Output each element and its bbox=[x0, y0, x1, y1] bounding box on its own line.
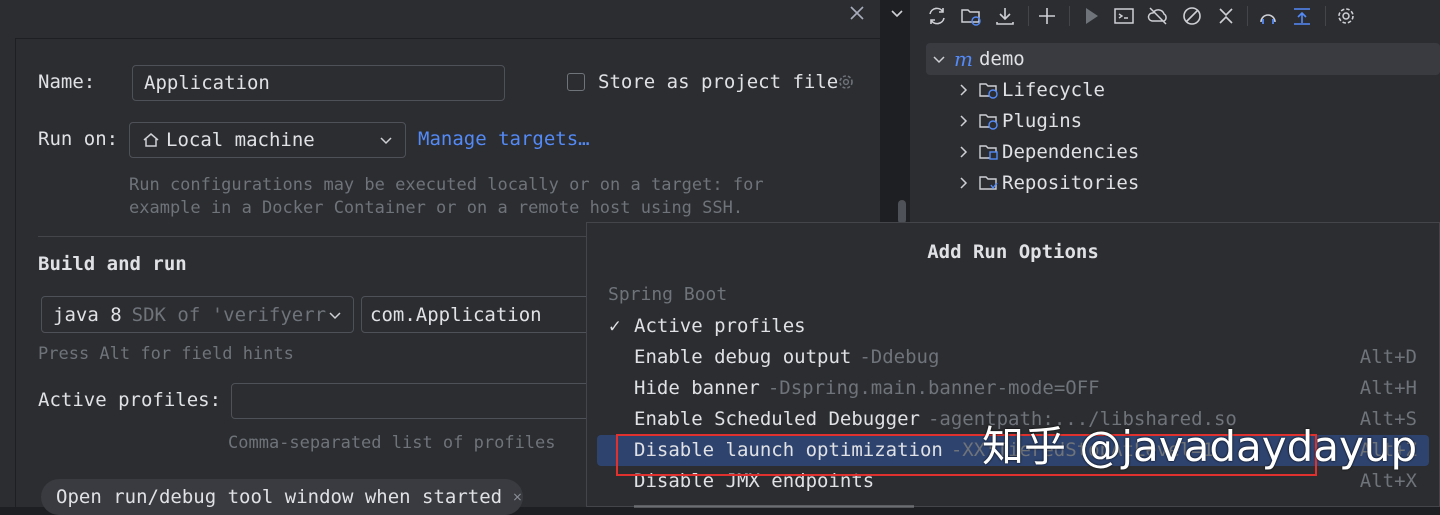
active-profiles-label: Active profiles: bbox=[38, 389, 222, 411]
maven-tree-item[interactable]: Plugins bbox=[956, 106, 1082, 136]
active-profiles-input[interactable] bbox=[231, 383, 601, 419]
download-icon[interactable] bbox=[993, 4, 1017, 28]
maven-tree-item[interactable]: Lifecycle bbox=[956, 75, 1105, 105]
add-icon[interactable] bbox=[1035, 4, 1059, 28]
run-option-name: Enable debug output bbox=[634, 346, 852, 368]
jdk-name: java 8 bbox=[53, 303, 122, 326]
popup-group-header: Spring Boot bbox=[608, 284, 728, 305]
chevron-down-icon bbox=[933, 56, 945, 64]
run-option-name: Active profiles bbox=[634, 315, 806, 337]
maven-tree-item[interactable]: Dependencies bbox=[956, 137, 1139, 167]
store-as-project-file-label[interactable]: Store as project file bbox=[598, 71, 838, 93]
run-on-label: Run on: bbox=[38, 128, 119, 150]
chevron-right-icon bbox=[960, 177, 968, 189]
name-label: Name: bbox=[38, 71, 96, 93]
tag-remove-close-icon[interactable] bbox=[512, 490, 523, 504]
lifecycle-folder-icon bbox=[979, 83, 998, 99]
main-class-input[interactable]: com.Application bbox=[361, 296, 601, 333]
manage-targets-link[interactable]: Manage targets… bbox=[418, 128, 590, 150]
dialog-title-bar bbox=[0, 0, 880, 39]
close-button[interactable] bbox=[846, 2, 868, 24]
chevron-right-icon bbox=[960, 84, 968, 96]
chevron-right-icon bbox=[960, 146, 968, 158]
tree-item-label: Repositories bbox=[1002, 172, 1140, 194]
dependencies-folder-icon bbox=[979, 145, 998, 160]
toolbar-separator bbox=[1325, 6, 1326, 26]
run-option-shortcut: Alt+H bbox=[1359, 377, 1417, 399]
execute-goal-icon[interactable] bbox=[1112, 4, 1136, 28]
chevron-down-icon bbox=[380, 137, 392, 145]
maven-toolbar bbox=[910, 0, 1440, 32]
chevron-down-icon bbox=[329, 311, 341, 319]
run-option-shortcut: Alt+D bbox=[1359, 346, 1417, 368]
reload-icon[interactable] bbox=[925, 4, 949, 28]
plugins-folder-icon bbox=[979, 114, 998, 130]
checkmark-icon: ✓ bbox=[609, 315, 621, 337]
toolbar-separator bbox=[1069, 6, 1070, 26]
maven-tree-root[interactable]: m demo bbox=[932, 44, 1025, 74]
jdk-detail: SDK of 'verifyerr bbox=[131, 303, 327, 326]
maven-module-icon: m bbox=[954, 47, 973, 71]
open-tool-window-tag: Open run/debug tool window when started bbox=[41, 479, 523, 515]
maven-root-label: demo bbox=[978, 48, 1025, 70]
run-option-flag: -Ddebug bbox=[859, 346, 940, 368]
name-input[interactable]: Application bbox=[132, 65, 505, 101]
build-and-run-heading: Build and run bbox=[38, 253, 187, 275]
run-on-value: Local machine bbox=[166, 129, 315, 151]
expand-icon[interactable] bbox=[1290, 4, 1314, 28]
home-icon bbox=[143, 133, 159, 147]
run-option-enable-debug-output[interactable]: Enable debug output -Ddebug Alt+D bbox=[587, 342, 1439, 372]
skip-tests-icon[interactable] bbox=[1180, 4, 1204, 28]
main-class-value: com.Application bbox=[370, 303, 542, 326]
maven-tree-item[interactable]: Repositories bbox=[956, 168, 1139, 198]
editor-dropdown-button[interactable] bbox=[888, 4, 906, 22]
run-option-hide-banner[interactable]: Hide banner -Dspring.main.banner-mode=OF… bbox=[587, 373, 1439, 403]
popup-title: Add Run Options bbox=[927, 241, 1099, 263]
repositories-folder-icon bbox=[979, 176, 998, 190]
show-dependencies-icon[interactable] bbox=[1256, 4, 1280, 28]
run-on-hint-line-2: example in a Docker Container or on a re… bbox=[129, 198, 744, 218]
offline-mode-icon[interactable] bbox=[1146, 4, 1170, 28]
tree-item-label: Dependencies bbox=[1002, 141, 1140, 163]
chevron-right-icon bbox=[960, 115, 968, 127]
run-option-name: Hide banner bbox=[634, 377, 760, 399]
jdk-select[interactable]: java 8 SDK of 'verifyerr bbox=[41, 296, 354, 333]
editor-scrollbar-thumb[interactable] bbox=[898, 200, 906, 224]
toolbar-separator bbox=[1028, 6, 1029, 26]
chevron-down-icon bbox=[891, 10, 903, 18]
name-input-value: Application bbox=[144, 72, 270, 94]
run-on-select[interactable]: Local machine bbox=[129, 122, 406, 158]
run-icon[interactable] bbox=[1079, 4, 1103, 28]
run-option-flag: -Dspring.main.banner-mode=OFF bbox=[767, 377, 1100, 399]
settings-gear-icon[interactable] bbox=[1334, 4, 1358, 28]
collapse-icon[interactable] bbox=[1214, 4, 1238, 28]
store-as-project-file-checkbox[interactable] bbox=[567, 73, 585, 91]
active-profiles-hint: Comma-separated list of profiles bbox=[228, 433, 556, 453]
run-on-hint-line-1: Run configurations may be executed local… bbox=[129, 175, 764, 195]
close-icon bbox=[850, 6, 864, 20]
tree-item-label: Lifecycle bbox=[1002, 79, 1105, 101]
run-option-name: Enable Scheduled Debugger bbox=[634, 408, 920, 430]
config-tree-gutter bbox=[0, 38, 16, 507]
store-settings-gear-icon[interactable] bbox=[836, 72, 856, 92]
tree-item-label: Plugins bbox=[1002, 110, 1083, 132]
field-hints-text: Press Alt for field hints bbox=[38, 344, 294, 364]
toolbar-separator bbox=[1247, 6, 1248, 26]
run-option-active-profiles[interactable]: ✓ Active profiles bbox=[587, 311, 1439, 341]
open-tool-window-tag-label: Open run/debug tool window when started bbox=[56, 486, 503, 508]
watermark-text: 知乎 @javadaydayup bbox=[982, 422, 1418, 471]
reload-folder-icon[interactable] bbox=[959, 4, 983, 28]
